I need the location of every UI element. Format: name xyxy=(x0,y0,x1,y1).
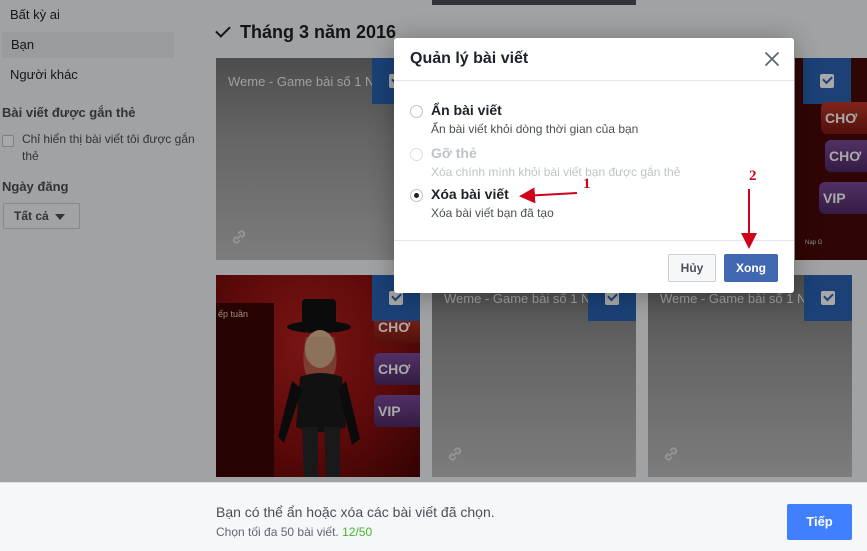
radio-unselected[interactable] xyxy=(410,105,423,118)
option-description: Ẩn bài viết khỏi dòng thời gian của bạn xyxy=(431,122,639,136)
selection-limit-text: Chọn tối đa 50 bài viết. xyxy=(216,525,339,539)
selection-message: Bạn có thể ẩn hoặc xóa các bài viết đã c… xyxy=(216,504,495,520)
radio-disabled xyxy=(410,148,423,161)
dialog-header: Quản lý bài viết xyxy=(394,38,794,81)
option-label: Ẩn bài viết xyxy=(431,102,502,118)
done-button[interactable]: Xong xyxy=(724,254,778,282)
close-icon[interactable] xyxy=(764,51,780,67)
next-button[interactable]: Tiếp xyxy=(787,504,852,540)
option-description: Xóa bài viết bạn đã tạo xyxy=(431,206,554,220)
manage-posts-dialog: Quản lý bài viết Ẩn bài viết Ẩn bài viết… xyxy=(394,38,794,293)
radio-selected[interactable] xyxy=(410,189,423,202)
cancel-button[interactable]: Hủy xyxy=(668,254,716,282)
dialog-title: Quản lý bài viết xyxy=(410,50,529,67)
selection-action-bar: Bạn có thể ẩn hoặc xóa các bài viết đã c… xyxy=(0,482,867,551)
dialog-footer: Hủy Xong xyxy=(394,240,794,293)
option-label: Xóa bài viết xyxy=(431,186,509,202)
selection-limit: Chọn tối đa 50 bài viết. 12/50 xyxy=(216,525,372,539)
selection-count: 12/50 xyxy=(342,525,373,539)
annotation-marker-1: 1 xyxy=(583,176,591,192)
option-description: Xóa chính mình khỏi bài viết bạn được gắ… xyxy=(431,165,681,179)
option-label: Gỡ thẻ xyxy=(431,145,477,161)
annotation-marker-2: 2 xyxy=(749,168,757,184)
